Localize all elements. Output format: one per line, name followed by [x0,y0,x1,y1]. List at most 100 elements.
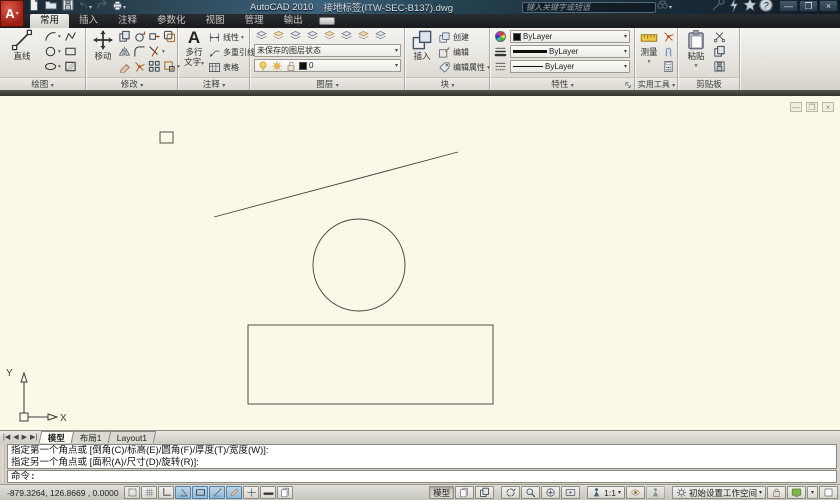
create-block-button[interactable]: 创建 [438,31,469,44]
paste-button[interactable]: 粘贴 ▾ [683,29,709,71]
rotate-button[interactable] [133,30,146,43]
toggle-lwt[interactable] [260,486,276,499]
toggle-osnap[interactable] [192,486,208,499]
first-tab-button[interactable]: |◀ [3,433,10,441]
panel-utilities-label[interactable]: 实用工具 ▾ [636,77,677,90]
workspace-switch-button[interactable]: 初始设置工作空间▾ [672,486,766,499]
move-button[interactable]: 移动 [89,29,117,61]
ribbon-tab-管理[interactable]: 管理 [235,14,274,28]
toggle-snap[interactable] [124,486,140,499]
status-menu-button[interactable]: ▾ [807,486,818,499]
redo-button[interactable] [95,1,109,13]
panel-annotate-label[interactable]: 注释 ▾ [179,77,249,90]
annotation-autoscale-button[interactable] [646,486,665,499]
circle-button[interactable]: ▾ [44,45,61,58]
toolbar-lock-button[interactable] [767,486,786,499]
table-button[interactable]: 表格 [208,61,239,74]
toggle-grid[interactable] [141,486,157,499]
last-tab-button[interactable]: ▶| [30,433,37,441]
undo-button[interactable]: ▾ [78,1,92,13]
ribbon-tab-视图[interactable]: 视图 [196,14,235,28]
rectangle-button[interactable] [64,45,77,58]
lineweight-icon[interactable] [494,45,507,58]
coordinate-readout[interactable]: -879.3264, 126.8669 , 0.0000 [2,488,124,498]
communication-button[interactable] [726,1,742,13]
toggle-dyn[interactable] [243,486,259,499]
quick-calc-button[interactable] [662,60,675,73]
layer-tool-button-6[interactable] [340,29,353,42]
annotation-visibility-button[interactable] [626,486,645,499]
layer-tool-button-7[interactable] [357,29,370,42]
paste-special-button[interactable] [713,60,726,73]
search-input[interactable]: 键入关键字或短语 [522,2,656,13]
panel-layers-label[interactable]: 图层 ▾ [251,77,404,90]
minimize-button[interactable]: — [779,0,798,12]
panel-properties-label[interactable]: 特性 ▾ [491,77,634,90]
layer-tool-button-8[interactable] [374,29,387,42]
layer-tool-button-2[interactable] [272,29,285,42]
help-button[interactable]: ? [758,1,774,13]
restore-button[interactable]: ❐ [799,0,818,12]
layout-tab-Layout1[interactable]: Layout1 [108,431,157,443]
offset-button[interactable] [163,30,176,43]
favorites-button[interactable] [742,1,758,13]
cut-button[interactable] [713,30,726,43]
undo-dropdown[interactable]: ▾ [89,4,92,11]
ribbon-tab-输出[interactable]: 输出 [274,14,313,28]
new-button[interactable] [27,1,41,13]
ribbon-tab-注释[interactable]: 注释 [108,14,147,28]
linetype-dropdown[interactable]: ByLayer▾ [510,60,630,73]
model-space-button[interactable]: 模型 [429,486,454,499]
pan-button[interactable] [501,486,520,499]
erase-button[interactable] [118,60,131,73]
toggle-polar[interactable] [175,486,191,499]
qat-options-dropdown[interactable]: ▾ [123,4,126,11]
id-point-button[interactable] [662,30,675,43]
save-button[interactable] [61,1,75,13]
plot-button[interactable]: ▾ [112,1,126,13]
copy-clip-button[interactable] [713,45,726,58]
subscription-button[interactable] [710,1,726,13]
layer-tool-button-1[interactable] [255,29,268,42]
toggle-qp[interactable] [277,486,293,499]
arc-button[interactable]: ▾ [44,30,61,43]
layer-state-dropdown[interactable]: 未保存的图层状态▾ [254,44,401,57]
doc-minimize-button[interactable]: — [790,102,802,112]
prev-tab-button[interactable]: ◀ [13,433,18,441]
polyline-button[interactable] [64,30,77,43]
edit-attributes-button[interactable]: 编辑属性▾ [438,61,490,74]
panel-modify-label[interactable]: 修改 ▾ [87,77,177,90]
panel-block-label[interactable]: 块 ▾ [406,77,489,90]
scale-button[interactable]: ▾ [163,60,180,73]
copy-button[interactable] [118,30,131,43]
doc-restore-button[interactable]: ❐ [806,102,818,112]
drawing-canvas[interactable]: — ❐ × X Y [0,96,840,430]
steering-wheel-button[interactable] [541,486,560,499]
linetype-icon[interactable] [494,60,507,73]
quick-view-drawings-button[interactable] [455,486,474,499]
object-color-icon[interactable] [494,30,507,43]
insert-block-button[interactable]: 插入 [409,29,435,61]
stretch-button[interactable] [148,30,161,43]
layout-tab-布局1[interactable]: 布局1 [71,431,111,443]
layout-tab-模型[interactable]: 模型 [39,431,75,443]
mtext-button[interactable]: A 多行 文字▾ [181,29,207,69]
toggle-otrack[interactable] [209,486,225,499]
ellipse-button[interactable]: ▾ [44,60,61,73]
command-window-grip[interactable] [2,445,5,482]
show-motion-button[interactable] [561,486,580,499]
ribbon-minimize-button[interactable] [319,17,335,25]
lineweight-dropdown[interactable]: ByLayer▾ [510,45,630,58]
mirror-button[interactable] [118,45,131,58]
ribbon-tab-参数化[interactable]: 参数化 [147,14,196,28]
zoom-button[interactable] [521,486,540,499]
ribbon-tab-插入[interactable]: 插入 [69,14,108,28]
edit-block-button[interactable]: 编辑 [438,46,469,59]
ribbon-tab-常用[interactable]: 常用 [30,14,69,28]
layer-tool-button-3[interactable] [289,29,302,42]
explode-button[interactable] [133,60,146,73]
close-button[interactable]: × [819,0,838,12]
quick-select-button[interactable] [662,45,675,58]
application-menu-button[interactable]: A▾ [0,0,24,27]
fillet-button[interactable] [133,45,146,58]
